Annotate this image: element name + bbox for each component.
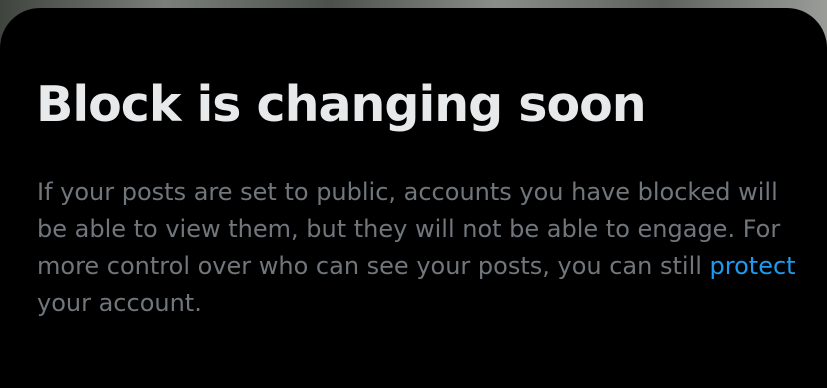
sheet-title: Block is changing soon <box>36 76 647 133</box>
bottom-sheet: Block is changing soon If your posts are… <box>0 8 827 388</box>
sheet-description: If your posts are set to public, account… <box>37 174 797 322</box>
description-text-end: your account. <box>37 289 202 317</box>
protect-account-link[interactable]: protect <box>710 252 796 280</box>
description-text: If your posts are set to public, account… <box>37 178 781 280</box>
